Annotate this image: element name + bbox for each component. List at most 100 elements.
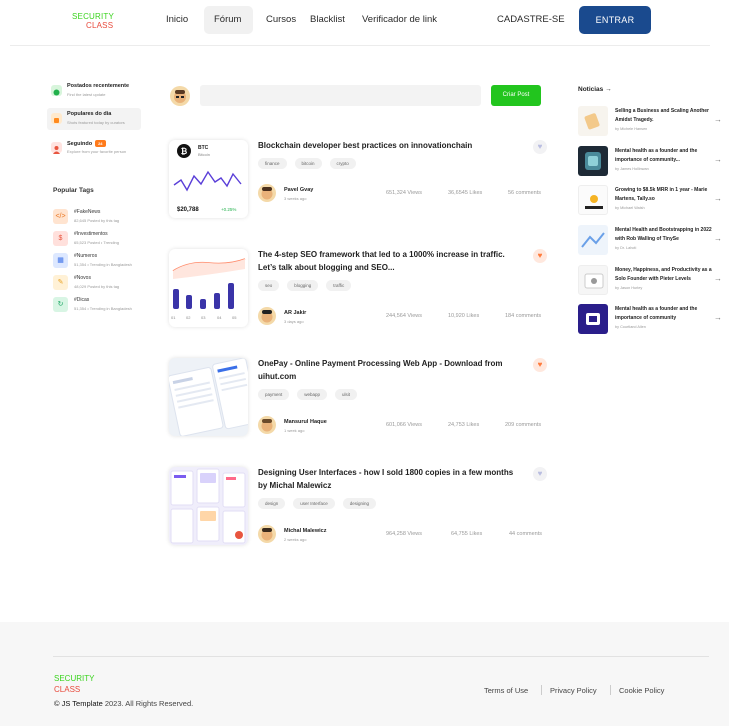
news-item[interactable]: Money, Happiness, and Productivity as a … <box>578 265 723 297</box>
post-title[interactable]: Designing User Interfaces - how I sold 1… <box>258 466 520 492</box>
post-card[interactable]: Designing User Interfaces - how I sold 1… <box>169 467 550 547</box>
signup-link[interactable]: CADASTRE-SE <box>497 14 565 25</box>
post-tag[interactable]: crypto <box>329 158 356 169</box>
tag-numeros[interactable]: ▦ #Numeros 51,354 • Trending in Banglade… <box>53 251 153 271</box>
post-tag[interactable]: user Interface <box>293 498 335 509</box>
author-avatar[interactable] <box>258 184 276 202</box>
heart-icon[interactable]: ♥ <box>533 140 547 154</box>
tag-sub: 82,645 Posted by this tag <box>74 218 120 223</box>
post-time: 1 week ago <box>284 428 305 433</box>
footer-logo[interactable]: SECURITY CLASS <box>54 673 94 695</box>
author-name[interactable]: Mansurul Haque <box>284 419 327 425</box>
menu-following[interactable]: Seguindo 24 Explore from your favorite pe… <box>47 137 141 159</box>
post-likes: 10,920 Likes <box>448 313 480 319</box>
cookie-link[interactable]: Cookie Policy <box>619 686 664 695</box>
nav-link-verificador[interactable]: Verificador de link <box>362 14 437 25</box>
news-thumbnail <box>578 304 608 334</box>
post-views: 601,066 Views <box>386 422 422 428</box>
post-time: 3 days ago <box>284 319 304 324</box>
post-tag[interactable]: seo <box>258 280 280 291</box>
post-tag[interactable]: finance <box>258 158 287 169</box>
pen-icon: ✎ <box>53 275 68 290</box>
menu-subtitle: Shots featured today by curators <box>67 120 125 125</box>
nav-link-cursos[interactable]: Cursos <box>266 14 296 25</box>
news-author: by Michael Walsh <box>615 206 645 210</box>
menu-title: Populares do dia <box>67 111 112 117</box>
news-title[interactable]: Noticias → <box>578 86 612 93</box>
post-title[interactable]: Blockchain developer best practices on i… <box>258 139 520 152</box>
post-composer-input[interactable] <box>200 85 481 106</box>
author-avatar[interactable] <box>258 525 276 543</box>
nav-link-blacklist[interactable]: Blacklist <box>310 14 345 25</box>
news-item[interactable]: Selling a Business and Scaling Another A… <box>578 106 723 138</box>
post-title[interactable]: OnePay - Online Payment Processing Web A… <box>258 357 520 383</box>
news-thumbnail <box>578 225 608 255</box>
news-author: by Michele Hansen <box>615 127 648 131</box>
nav-link-forum[interactable]: Fórum <box>214 14 241 25</box>
svg-text:₿: ₿ <box>181 147 188 156</box>
tag-sub: 51,354 • Trending in Bangladesh <box>74 306 132 311</box>
tag-fakenews[interactable]: </> #FakeNews 82,645 Posted by this tag <box>53 207 153 227</box>
tag-investimentos[interactable]: $ #Investimentos 65,523 Posted • Trendin… <box>53 229 153 249</box>
arrow-right-icon[interactable]: → <box>714 313 722 322</box>
post-card[interactable]: OnePay - Online Payment Processing Web A… <box>169 358 550 438</box>
news-item[interactable]: Growing to $8.5k MRR in 1 year - Marie M… <box>578 185 723 217</box>
post-tag[interactable]: designing <box>342 498 377 509</box>
tag-dicas[interactable]: ↻ #Dicas 51,354 • Trending in Bangladesh <box>53 295 153 315</box>
news-item[interactable]: Mental health as a founder and the impor… <box>578 304 723 336</box>
post-thumbnail[interactable] <box>169 358 248 436</box>
axis-label: 04 <box>217 315 222 320</box>
menu-recent-posts[interactable]: Postados recentemente Find the latest up… <box>47 80 141 102</box>
post-tags: finance bitcoin crypto <box>258 158 356 169</box>
arrow-right-icon[interactable]: → <box>714 194 722 203</box>
brand-logo[interactable]: SECURITY CLASS <box>72 12 114 30</box>
chart-icon: ▦ <box>53 253 68 268</box>
avatar[interactable] <box>170 86 190 106</box>
news-thumbnail <box>578 106 608 136</box>
post-card[interactable]: 01 02 03 04 05 The 4-step SEO framework … <box>169 249 550 329</box>
terms-link[interactable]: Terms of Use <box>484 686 528 695</box>
nav-divider <box>10 45 710 46</box>
author-name[interactable]: Pavel Gvay <box>284 187 313 193</box>
following-badge: 24 <box>95 140 106 147</box>
dollar-icon: $ <box>53 231 68 246</box>
author-name[interactable]: Michal Malewicz <box>284 528 327 534</box>
post-thumbnail[interactable]: ₿ BTC Bitcoin $20,788 +0.25% <box>169 140 248 218</box>
heart-icon[interactable]: ♥ <box>533 467 547 481</box>
post-tag[interactable]: traffic <box>326 280 352 291</box>
tag-novos[interactable]: ✎ #Novos 48,029 Posted by this tag <box>53 273 153 293</box>
author-avatar[interactable] <box>258 307 276 325</box>
post-title[interactable]: The 4-step SEO framework that led to a 1… <box>258 248 520 274</box>
heart-icon[interactable]: ♥ <box>533 358 547 372</box>
post-thumbnail[interactable] <box>169 467 248 545</box>
news-item[interactable]: Mental health as a founder and the impor… <box>578 146 723 178</box>
brand-line1: SECURITY <box>72 12 115 21</box>
author-name[interactable]: AR Jakir <box>284 310 306 316</box>
nav-link-inicio[interactable]: Inicio <box>166 14 188 25</box>
heart-icon[interactable]: ♥ <box>533 249 547 263</box>
news-item[interactable]: Mental Health and Bootstrapping in 2022 … <box>578 225 723 257</box>
menu-popular-today[interactable]: Populares do dia Shots featured today by… <box>47 108 141 130</box>
post-tag[interactable]: bitcoin <box>294 158 322 169</box>
post-tag[interactable]: webapp <box>297 389 328 400</box>
arrow-right-icon[interactable]: → <box>714 274 722 283</box>
create-post-button[interactable]: Criar Post <box>491 85 541 106</box>
post-tag[interactable]: blogging <box>287 280 319 291</box>
post-card[interactable]: ₿ BTC Bitcoin $20,788 +0.25% Blockchain … <box>169 140 550 220</box>
arrow-right-icon[interactable]: → <box>714 234 722 243</box>
post-likes: 64,755 Likes <box>451 531 483 537</box>
post-tag[interactable]: design <box>258 498 286 509</box>
enter-button[interactable]: ENTRAR <box>579 6 651 34</box>
author-avatar[interactable] <box>258 416 276 434</box>
post-comments: 56 comments <box>508 190 542 196</box>
footer-brand-line1: SECURITY <box>54 674 95 683</box>
post-tag[interactable]: payment <box>258 389 290 400</box>
post-tag[interactable]: ulsit <box>335 389 358 400</box>
arrow-right-icon[interactable]: → <box>714 115 722 124</box>
privacy-link[interactable]: Privacy Policy <box>550 686 597 695</box>
arrow-right-icon: → <box>605 86 612 93</box>
post-thumbnail[interactable]: 01 02 03 04 05 <box>169 249 248 327</box>
flame-icon <box>51 113 62 124</box>
arrow-right-icon[interactable]: → <box>714 155 722 164</box>
post-author-row: Mansurul Haque 1 week ago 601,066 Views … <box>258 416 558 436</box>
